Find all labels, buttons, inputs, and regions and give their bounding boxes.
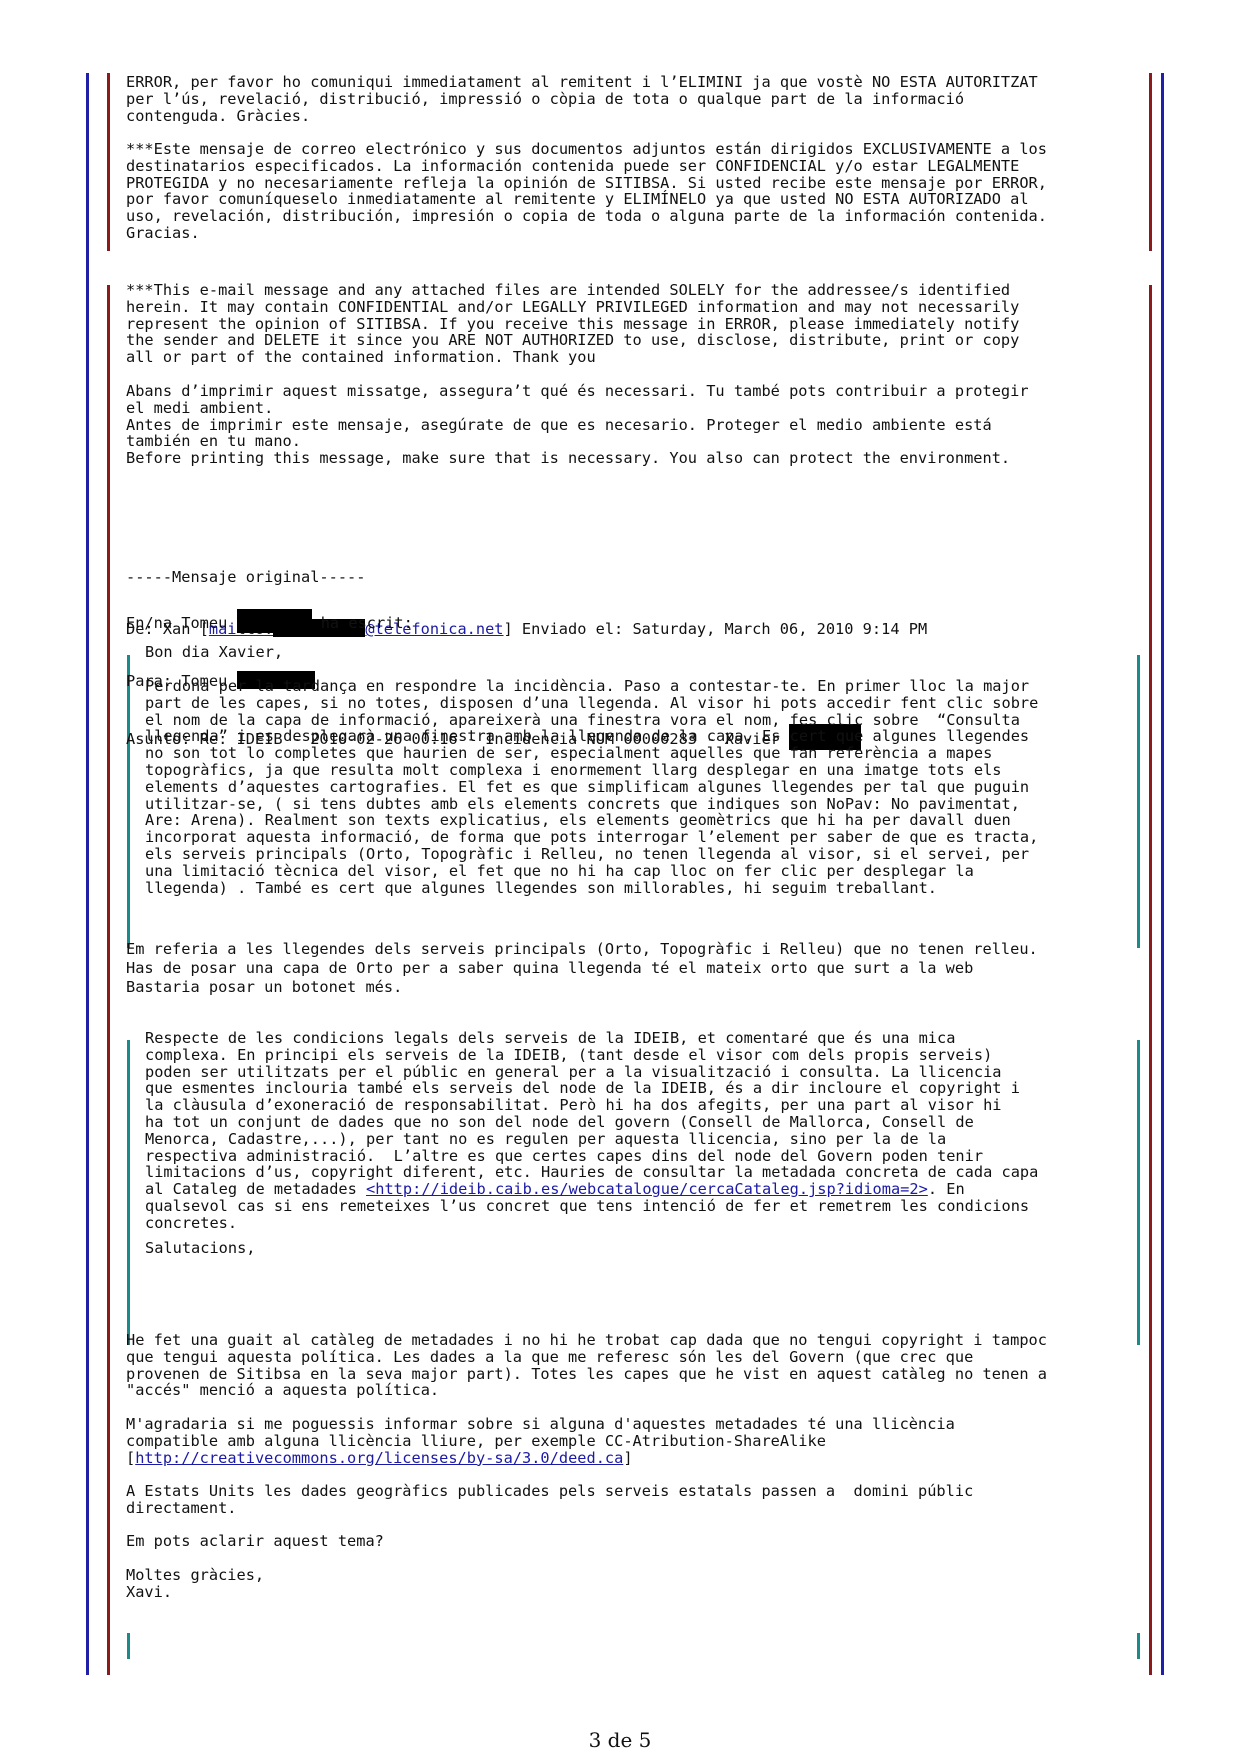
reply5: Em pots aclarir aquest tema?	[126, 1532, 384, 1550]
outer-quote-bar-right	[1161, 73, 1164, 1675]
header-separator: -----Mensaje original-----	[126, 567, 366, 586]
inner-quote-bar-left-2	[107, 285, 110, 1675]
print-notice: Abans d’imprimir aquest missatge, assegu…	[126, 382, 1029, 468]
quote3-bar-left	[127, 1633, 130, 1659]
disclaimer-spanish: ***Este mensaje de correo electrónico y …	[126, 140, 1047, 242]
quote2-bar-left	[127, 1040, 130, 1345]
metadata-catalog-link[interactable]: <http://ideib.caib.es/webcatalogue/cerca…	[366, 1180, 928, 1198]
redacted-author-surname	[236, 609, 312, 633]
inner-quote-bar-right-1	[1149, 73, 1152, 251]
inner-quote-bar-right-2	[1149, 285, 1152, 1675]
reply4: A Estats Units les dades geogràfics publ…	[126, 1482, 974, 1517]
quote1-bar-right	[1137, 655, 1140, 948]
disclaimer-english: ***This e-mail message and any attached …	[126, 281, 1020, 367]
wrote-line: En/na Tomeu ha escrit:	[126, 609, 413, 633]
quote1-body: Perdona per la tardança en respondre la …	[145, 677, 1039, 897]
quote2-closing: Salutacions,	[145, 1239, 256, 1257]
reply3: M'agradaria si me poguessis informar sob…	[126, 1415, 955, 1467]
quote2-bar-right	[1137, 1040, 1140, 1345]
disclaimer-catalan: ERROR, per favor ho comuniqui immediatam…	[126, 73, 1038, 125]
creative-commons-link[interactable]: http://creativecommons.org/licenses/by-s…	[135, 1449, 623, 1467]
quote3-bar-right	[1137, 1633, 1140, 1659]
signature: Moltes gràcies, Xavi.	[126, 1566, 265, 1601]
quote2-body: Respecte de les condicions legals dels s…	[145, 1029, 1039, 1232]
reply1: Em referia a les llegendes dels serveis …	[126, 940, 1038, 996]
outer-quote-bar-left	[86, 73, 89, 1675]
inner-quote-bar-left-1	[107, 73, 110, 251]
reply2: He fet una guait al catàleg de metadades…	[126, 1331, 1047, 1400]
page-number: 3 de 5	[588, 1728, 652, 1752]
email-printout-page: ERROR, per favor ho comuniqui immediatam…	[0, 0, 1240, 1754]
quote1-greeting: Bon dia Xavier,	[145, 643, 284, 661]
